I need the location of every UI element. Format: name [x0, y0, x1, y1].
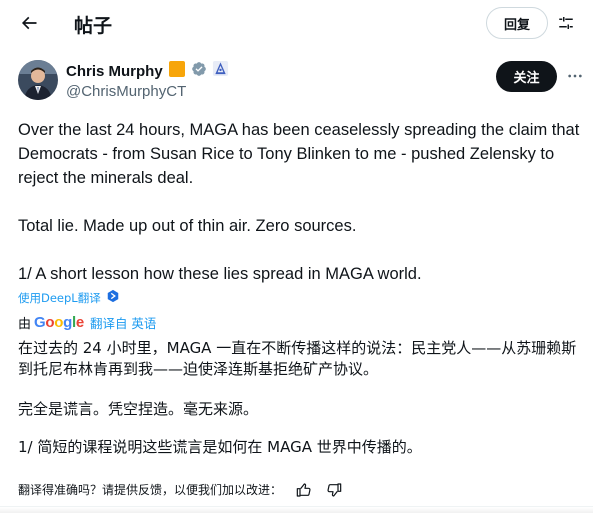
author-name-row: Chris Murphy [66, 60, 234, 83]
deepl-translate-link[interactable]: 使用DeepL翻译 [18, 289, 120, 306]
more-dots-icon [568, 74, 582, 78]
more-button[interactable] [565, 66, 585, 86]
top-bar: 帖子 回复 [0, 0, 593, 46]
thumbs-up-icon [296, 482, 311, 497]
by-label: 由 [18, 317, 32, 332]
settings-button[interactable] [554, 12, 578, 34]
translated-paragraph-1: 在过去的 24 小时里，MAGA 一直在不断传播这样的说法：民主党人——从苏珊赖… [18, 339, 577, 378]
back-arrow-icon [21, 16, 37, 30]
thumbs-down-icon [327, 482, 342, 497]
translated-from-link[interactable]: 翻译自 英语 [90, 313, 156, 332]
avatar[interactable] [18, 60, 58, 100]
translated-paragraph-2: 完全是谎言。凭空捏造。毫无来源。 [18, 400, 259, 418]
feedback-prompt: 翻译得准确吗？请提供反馈，以便我们加以改进： [18, 483, 283, 497]
thumbs-down-button[interactable] [326, 482, 342, 498]
tweet-text: Over the last 24 hours, MAGA has been ce… [18, 121, 580, 283]
translated-paragraph-3: 1/ 简短的课程说明这些谎言是如何在 MAGA 世界中传播的。 [18, 438, 422, 456]
author-name[interactable]: Chris Murphy [66, 63, 163, 80]
verified-badge-icon[interactable] [191, 61, 207, 82]
next-post-edge [0, 506, 593, 513]
avatar-photo-icon [18, 60, 58, 100]
deepl-translate-label: 使用DeepL翻译 [18, 290, 101, 305]
settings-sliders-icon [559, 17, 573, 29]
author-handle[interactable]: @ChrisMurphyCT [66, 83, 186, 100]
affiliate-badge-icon[interactable] [212, 60, 229, 82]
deepl-icon [106, 289, 120, 306]
translation-attribution: 由 Google 翻译自 英语 [18, 313, 156, 332]
translation-feedback: 翻译得准确吗？请提供反馈，以便我们加以改进： [18, 481, 342, 498]
reply-button[interactable]: 回复 [486, 7, 548, 39]
gold-square-badge-icon [168, 60, 186, 83]
back-button[interactable] [14, 8, 44, 38]
thumbs-up-button[interactable] [296, 482, 312, 498]
google-logo: Google [34, 314, 84, 331]
page-title: 帖子 [74, 15, 113, 37]
follow-button[interactable]: 关注 [496, 61, 557, 92]
